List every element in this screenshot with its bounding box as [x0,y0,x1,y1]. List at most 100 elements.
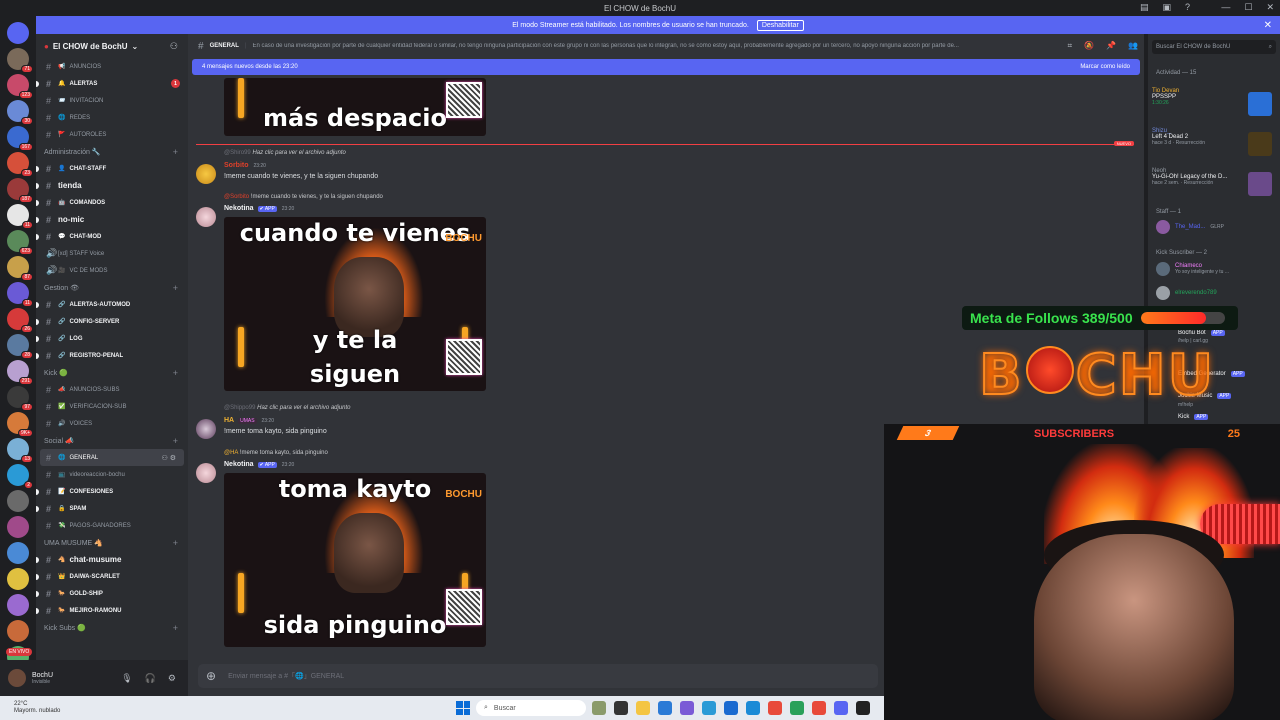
headphones-icon[interactable]: 🎧 [145,673,156,684]
members-icon[interactable]: 👥 [1128,41,1138,51]
close-banner-icon[interactable]: ✕ [1264,20,1272,31]
channel-item[interactable]: # no-mic [36,211,188,228]
add-channel-icon[interactable]: + [173,436,178,446]
minimize-icon[interactable]: — [1221,2,1230,13]
meme-image[interactable]: toma kayto sida pinguino BOCHU [224,473,486,647]
app-icon[interactable] [790,701,804,715]
reply-preview[interactable]: @Shippo99 Haz clic para ver el archivo a… [224,405,351,411]
discord-home-icon[interactable] [7,22,29,44]
server-icon[interactable]: 97 [7,386,33,411]
add-user-icon[interactable]: ⚇ [170,41,178,52]
channel-item[interactable]: # 🔒 SPAM [36,500,188,517]
microphone-icon[interactable]: 🎙 [121,673,132,684]
avatar[interactable] [196,463,216,483]
edge-icon[interactable] [746,701,760,715]
reply-preview[interactable]: @HA !meme toma kayto, sida pinguino [224,450,328,456]
message-author[interactable]: Nekotina [224,205,254,212]
windows-start-icon[interactable] [456,701,470,715]
app-icon[interactable] [768,701,782,715]
member-item[interactable]: The_Mad... GLRP [1156,220,1224,234]
channel-item[interactable]: # 📺 videoreaccion-bochu [36,466,188,483]
channel-item[interactable]: # 👤 CHAT-STAFF [36,160,188,177]
server-icon[interactable]: 71 [7,48,33,73]
app-icon[interactable] [592,701,606,715]
server-icon[interactable] [7,516,29,538]
server-icon[interactable]: 623 [7,230,33,255]
screen-icon[interactable]: ▣ [1162,2,1171,13]
maximize-icon[interactable]: ☐ [1244,2,1252,13]
channel-item[interactable]: # 🐴 chat-musume [36,551,188,568]
avatar[interactable] [196,419,216,439]
channel-item[interactable]: # 📨 INVITACION [36,92,188,109]
member-item[interactable]: Bochu Bot APP [1178,330,1225,336]
channel-item[interactable]: # 🤖 COMANDOS [36,194,188,211]
channel-item[interactable]: # 🔊 VOICES [36,415,188,432]
server-icon[interactable]: 28 [7,334,33,359]
server-icon[interactable]: 26 [7,308,33,333]
server-icon[interactable]: 87 [7,256,33,281]
inbox-icon[interactable]: ▤ [1140,2,1149,13]
voice-channel[interactable]: 🔊 [xd] STAFF Voice [36,245,188,262]
add-channel-icon[interactable]: + [173,623,178,633]
reply-preview[interactable]: @Sorbito !meme cuando te vienes, y te la… [224,194,383,200]
channel-item[interactable]: # 🐎 GOLD-SHIP [36,585,188,602]
help-icon[interactable]: ? [1185,2,1190,13]
channel-item[interactable]: # 📣 ANUNCIOS-SUBS [36,381,188,398]
app-icon[interactable] [702,701,716,715]
new-messages-bar[interactable]: 4 mensajes nuevos desde las 23:20 Marcar… [192,59,1140,75]
server-icon[interactable]: 291 [7,360,33,385]
search-input[interactable]: Buscar El CHOW de BochU ⌕ [1152,40,1276,54]
meme-image[interactable]: cuando te vienes y te la siguen chupando… [224,217,486,391]
channel-item[interactable]: # 👑 DAIWA-SCARLET [36,568,188,585]
add-channel-icon[interactable]: + [173,368,178,378]
server-icon[interactable]: 9K+ [7,412,33,437]
channel-category[interactable]: Kick 🟢 + [36,364,188,381]
server-icon[interactable] [7,568,29,590]
server-icon[interactable] [7,542,29,564]
channel-category[interactable]: Kick Subs 🟢 + [36,619,188,636]
channel-item[interactable]: # 💸 PAGOS-GANADORES [36,517,188,534]
message-author[interactable]: Nekotina [224,461,254,468]
member-item[interactable]: Kick APP [1178,414,1209,420]
server-icon[interactable]: 123 [7,74,33,99]
member-item[interactable]: Chiameco Yo soy inteligente y tu ... [1156,262,1229,276]
channel-item[interactable]: # 🚩 AUTOROLES [36,126,188,143]
channel-category[interactable]: Gestion 👁 + [36,279,188,296]
channel-item[interactable]: # 📝 CONFESIONES [36,483,188,500]
channel-item[interactable]: # 🔔 ALERTAS 1 [36,75,188,92]
channel-item[interactable]: # 🐎 MEJIRO-RAMONU [36,602,188,619]
pin-icon[interactable]: 📌 [1106,41,1116,51]
server-icon[interactable]: 2 [7,464,33,489]
activity-card[interactable]: Tio Devan PPSSPP 1:30:26 [1152,88,1276,124]
message-input[interactable]: ⊕ Enviar mensaje a #「🌐」GENERAL [198,664,878,688]
avatar[interactable] [196,207,216,227]
app-icon[interactable] [658,701,672,715]
add-attachment-icon[interactable]: ⊕ [206,669,216,683]
channel-item[interactable]: # 🌐 GENERAL ⚇ ⚙ [40,449,184,466]
weather-widget[interactable]: 22°C Mayorm. nublado [14,701,60,715]
channel-item[interactable]: # 🔗 LOG [36,330,188,347]
server-icon[interactable]: 11 [7,204,33,229]
server-icon[interactable]: 13 [7,438,33,463]
folder-icon[interactable] [636,701,650,715]
meme-image[interactable]: más despacio [224,78,486,136]
activity-card[interactable]: Neoh Yu-Gi-Oh! Legacy of the D... hace 2… [1152,168,1276,204]
channel-topic[interactable]: En caso de una investigación por parte d… [252,43,958,49]
discord-icon[interactable] [834,701,848,715]
taskbar-search[interactable]: ⌕ Buscar [476,700,586,716]
server-icon[interactable]: 23 [7,152,33,177]
add-channel-icon[interactable]: + [173,147,178,157]
channel-settings-icon[interactable]: ⚇ ⚙ [162,454,177,462]
member-item[interactable]: elreverendo789 [1156,286,1217,300]
channel-item[interactable]: # 💬 CHAT-MOD [36,228,188,245]
channel-item[interactable]: # tienda [36,177,188,194]
chrome-icon[interactable] [812,701,826,715]
voice-channel[interactable]: 🔊 🎥 VC DE MODS [36,262,188,279]
server-header[interactable]: ● El CHOW de BochU ⌄ ⚇ [36,34,188,58]
threads-icon[interactable]: ⌗ [1068,41,1073,51]
reply-preview[interactable]: @Shiro99 Haz clic para ver el archivo ad… [224,150,346,156]
server-icon[interactable] [7,594,29,616]
close-window-icon[interactable]: ✕ [1266,2,1274,13]
server-icon[interactable]: 11 [7,282,33,307]
channel-category[interactable]: Administración 🔧 + [36,143,188,160]
